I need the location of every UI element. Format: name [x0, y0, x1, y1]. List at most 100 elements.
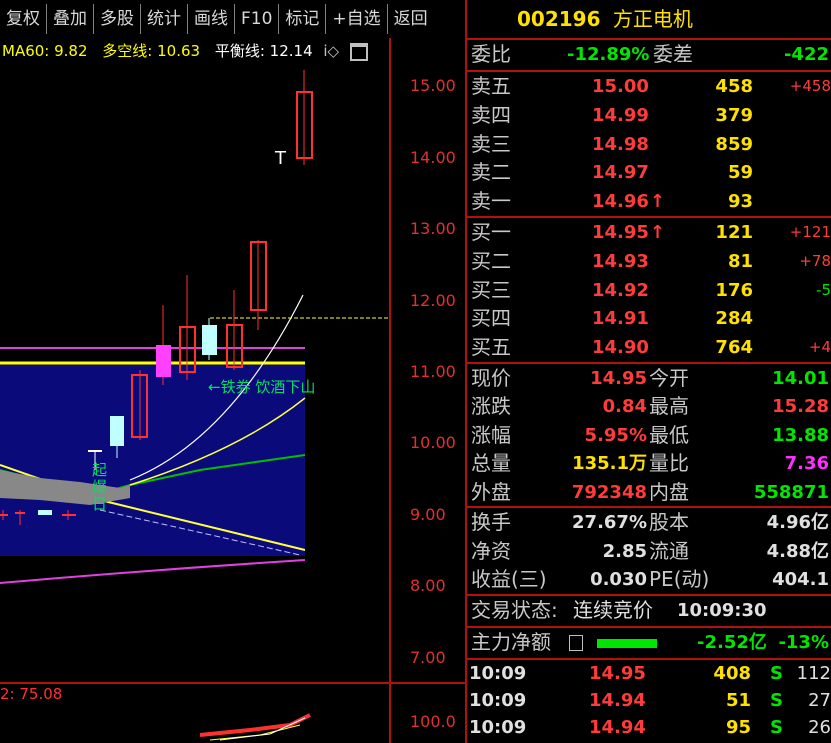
tick-side: S — [770, 662, 783, 684]
main-force-value: -2.52亿 — [697, 631, 767, 653]
fundamental-row: 换手 27.67% 股本 4.96亿 — [467, 508, 831, 537]
up-arrow-icon: ↑ — [650, 221, 666, 243]
sell-price: 15.00 — [592, 76, 649, 97]
weicha-label: 委差 — [653, 42, 693, 66]
up-arrow-icon: ↑ — [650, 191, 666, 213]
toolbar-duogu-button[interactable]: 多股 — [94, 4, 141, 34]
subchart-tick: 100.0 — [410, 712, 456, 731]
buy-change: +78 — [799, 251, 831, 270]
stock-code: 002196 — [517, 7, 601, 31]
quote-value: 0.84 — [602, 396, 647, 418]
sell-order-row: 卖一 14.96 ↑ 93 — [467, 187, 831, 216]
sell-price: 14.98 — [592, 133, 649, 155]
window-icon[interactable] — [349, 42, 368, 61]
tick-time: 10:09 — [469, 689, 527, 711]
sell-change: +458 — [789, 77, 831, 95]
tick-row: 10:09 14.95 408 S 112 — [467, 660, 831, 687]
fundamental-row: 净资 2.85 流通 4.88亿 — [467, 537, 831, 566]
price-tick: 8.00 — [410, 576, 446, 595]
sell-level-label: 卖一 — [471, 189, 511, 214]
price-tick: 14.00 — [410, 148, 456, 167]
weibi-row: 委比 -12.89% 委差 -422 — [467, 40, 831, 70]
buy-price: 14.90 — [592, 337, 649, 359]
weibi-value: -12.89% — [567, 44, 650, 65]
tick-count: 27 — [808, 689, 831, 711]
lower-purple-line — [0, 559, 306, 584]
buy-price: 14.95 — [592, 221, 649, 243]
toolbar-diejia-button[interactable]: 叠加 — [47, 4, 94, 34]
fundamental-value: 4.96亿 — [766, 512, 829, 534]
main-force-icon[interactable] — [569, 634, 583, 651]
buy-order-row: 买三 14.92 176 -5 — [467, 276, 831, 305]
annotation-t1: T — [275, 148, 286, 169]
tick-price: 14.94 — [589, 716, 646, 738]
buy-price: 14.91 — [592, 308, 649, 330]
pingheng-value: 平衡线: 12.14 — [214, 42, 313, 60]
fundamental-label: 股本 — [649, 510, 689, 535]
buy-order-row: 买五 14.90 764 +4 — [467, 333, 831, 362]
tick-side: S — [770, 716, 783, 738]
tick-row: 10:09 14.94 95 S 26 — [467, 714, 831, 741]
trade-status-time: 10:09:30 — [677, 599, 767, 621]
quote-row: 涨幅 5.95% 最低 13.88 — [467, 421, 831, 450]
stock-header: 002196 方正电机 — [467, 0, 831, 38]
quote-row: 外盘 792348 内盘 558871 — [467, 478, 831, 507]
trade-status-value: 连续竞价 — [573, 597, 653, 622]
quote-stats: 现价 14.95 今开 14.01 涨跌 0.84 最高 15.28 涨幅 5.95% 最低 13.8… — [467, 364, 831, 507]
quote-label: 今开 — [649, 365, 689, 390]
duokong-value: 多空线: 10.63 — [102, 42, 201, 60]
sell-level-label: 卖三 — [471, 131, 511, 156]
candles — [0, 70, 313, 525]
weibi-label: 委比 — [471, 42, 511, 66]
fundamentals: 换手 27.67% 股本 4.96亿 净资 2.85 流通 4.88亿 收益(三) 0.030 PE… — [467, 508, 831, 594]
quote-value: 13.88 — [772, 424, 829, 446]
buy-volume: 764 — [715, 337, 753, 359]
sell-orders: 卖五 15.00 458 +458 卖四 14.99 379 卖三 14.98 859 卖二 14.9… — [467, 72, 831, 216]
buy-price: 14.93 — [592, 250, 649, 272]
quote-row: 涨跌 0.84 最高 15.28 — [467, 392, 831, 421]
tick-volume: 408 — [713, 662, 751, 684]
buy-level-label: 买一 — [471, 219, 511, 244]
fundamental-label: 收益(三) — [471, 567, 547, 592]
buy-volume: 284 — [715, 308, 753, 330]
fundamental-label: PE(动) — [649, 567, 710, 592]
tick-side: S — [770, 689, 783, 711]
toolbar-tongji-button[interactable]: 统计 — [141, 4, 188, 34]
indicator-bar: MA60: 9.82 多空线: 10.63 平衡线: 12.14 i◇ — [0, 38, 390, 64]
sell-order-row: 卖四 14.99 379 — [467, 101, 831, 130]
fundamental-value: 4.88亿 — [766, 540, 829, 562]
stock-name: 方正电机 — [612, 7, 693, 31]
sell-level-label: 卖四 — [471, 102, 511, 127]
indicator-options-icon[interactable]: i◇ — [323, 42, 339, 60]
quote-label: 涨幅 — [471, 422, 511, 447]
quote-panel: 002196 方正电机 委比 -12.89% 委差 -422 卖五 15.00 45… — [465, 0, 831, 743]
quote-value: 792348 — [571, 481, 647, 503]
toolbar-f10-button[interactable]: F10 — [235, 4, 280, 34]
sell-volume: 93 — [727, 191, 753, 213]
toolbar-fuquan-button[interactable]: 复权 — [0, 4, 47, 34]
fundamental-label: 净资 — [471, 538, 511, 563]
fundamental-value: 0.030 — [590, 569, 647, 591]
buy-orders: 买一 14.95 ↑ 121 +121 买二 14.93 81 +78 买三 14.92 176 -5 买… — [467, 218, 831, 362]
price-tick: 7.00 — [410, 648, 446, 667]
price-tick: 12.00 — [410, 291, 456, 310]
quote-label: 内盘 — [649, 479, 689, 504]
toolbar-huaxian-button[interactable]: 画线 — [188, 4, 235, 34]
tick-row: 10:09 14.94 51 S 27 — [467, 687, 831, 714]
fundamental-value: 404.1 — [772, 569, 829, 591]
fundamental-row: 收益(三) 0.030 PE(动) 404.1 — [467, 565, 831, 594]
sell-price: 14.99 — [592, 104, 649, 126]
price-tick: 11.00 — [410, 362, 456, 381]
tick-count: 26 — [808, 716, 831, 738]
sell-volume: 859 — [715, 133, 753, 155]
quote-label: 量比 — [649, 451, 689, 476]
toolbar-add-watchlist-button[interactable]: +自选 — [326, 4, 388, 34]
toolbar-biaoji-button[interactable]: 标记 — [279, 4, 327, 34]
annotation-vertical: 起 爆 日 — [92, 461, 108, 513]
buy-volume: 81 — [727, 250, 753, 272]
main-force-row: 主力净额 -2.52亿 -13% — [467, 628, 831, 658]
quote-label: 外盘 — [471, 479, 511, 504]
quote-row: 总量 135.1万 量比 7.36 — [467, 449, 831, 478]
sell-order-row: 卖二 14.97 59 — [467, 158, 831, 187]
sell-level-label: 卖五 — [471, 74, 511, 98]
